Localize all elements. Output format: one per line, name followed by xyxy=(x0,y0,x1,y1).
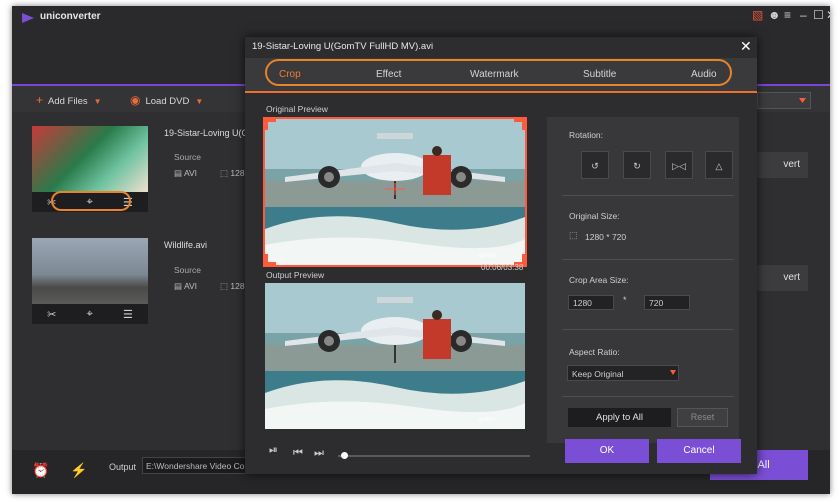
divider xyxy=(562,396,734,397)
chevron-down-icon[interactable]: ▼ xyxy=(94,97,102,106)
app-window: uniconverter ▧ ☻ ≡ – ☐ ✕ + Add Files ▼ ◉ Lo… xyxy=(12,6,830,494)
reset-button[interactable]: Reset xyxy=(677,408,728,427)
original-size-label: Original Size: xyxy=(569,211,620,221)
menu-icon[interactable]: ≡ xyxy=(784,8,791,22)
original-preview-label: Original Preview xyxy=(266,104,328,114)
timecode: 00:06/03:38 xyxy=(481,263,524,272)
app-logo-icon xyxy=(22,13,34,23)
film-icon: ▤ xyxy=(174,281,184,291)
previous-icon[interactable]: ⏮ xyxy=(293,447,303,460)
output-preview-video: gomtv xyxy=(265,283,525,429)
resize-icon: ⬚ xyxy=(220,168,231,178)
next-icon[interactable]: ⏭ xyxy=(314,447,324,460)
crop-width-field[interactable]: 1280 xyxy=(568,295,614,310)
pause-icon[interactable]: ⏯ xyxy=(269,444,278,457)
load-dvd-button[interactable]: ◉ Load DVD ▼ xyxy=(130,93,203,107)
user-icon[interactable]: ☻ xyxy=(768,8,781,22)
seek-bar[interactable] xyxy=(338,455,530,457)
resize-icon: ⬚ xyxy=(220,281,231,291)
add-files-button[interactable]: + Add Files ▼ xyxy=(36,93,102,107)
disc-icon: ◉ xyxy=(130,93,141,107)
watermark-text: gomtv xyxy=(479,253,496,259)
divider xyxy=(562,195,734,196)
tab-underline xyxy=(245,91,757,93)
apply-to-all-button[interactable]: Apply to All xyxy=(568,408,671,427)
tab-crop[interactable]: Crop xyxy=(279,69,301,80)
convert-button[interactable]: vert xyxy=(750,152,808,178)
tab-watermark[interactable]: Watermark xyxy=(470,69,519,80)
resize-icon: ⬚ xyxy=(569,230,578,240)
film-icon: ▤ xyxy=(174,168,184,178)
tab-subtitle[interactable]: Subtitle xyxy=(583,69,616,80)
output-format-select[interactable] xyxy=(757,92,811,109)
app-title: uniconverter xyxy=(40,11,101,22)
tools-highlight xyxy=(51,191,131,211)
airplane-frame-image xyxy=(265,283,525,429)
divider xyxy=(562,259,734,260)
format-value: ▤ AVI xyxy=(174,168,198,178)
resolution-value: ⬚ 128 xyxy=(220,168,245,178)
tab-effect[interactable]: Effect xyxy=(376,69,401,80)
chevron-down-icon xyxy=(670,370,676,375)
tab-audio[interactable]: Audio xyxy=(691,69,717,80)
seek-handle[interactable] xyxy=(341,452,348,459)
thumbnail-tools: ✂ ⌖ ☰ xyxy=(32,304,148,324)
aspect-ratio-select[interactable]: Keep Original xyxy=(567,365,679,381)
times-symbol: * xyxy=(623,295,627,305)
effects-icon[interactable]: ☰ xyxy=(123,308,133,321)
video-thumbnail[interactable] xyxy=(32,238,148,304)
flip-vertical-icon[interactable]: △ xyxy=(705,151,733,179)
maximize-icon[interactable]: ☐ xyxy=(813,8,824,22)
crop-handle[interactable] xyxy=(514,119,525,130)
aspect-ratio-label: Aspect Ratio: xyxy=(569,347,620,357)
close-window-icon[interactable]: ✕ xyxy=(826,8,830,22)
rotate-left-90-icon[interactable]: ↺ xyxy=(581,151,609,179)
flip-horizontal-icon[interactable]: ▷◁ xyxy=(665,151,693,179)
original-preview-video[interactable]: gomtv xyxy=(263,117,527,267)
convert-button[interactable]: vert xyxy=(750,265,808,291)
lightning-icon[interactable]: ⚡ xyxy=(70,462,87,479)
video-thumbnail[interactable] xyxy=(32,126,148,192)
ok-button[interactable]: OK xyxy=(565,439,649,463)
chevron-down-icon xyxy=(799,98,806,103)
file-name: Wildlife.avi xyxy=(164,240,208,250)
source-label: Source xyxy=(174,152,201,162)
trim-icon[interactable]: ✂ xyxy=(47,308,56,321)
output-preview-label: Output Preview xyxy=(266,270,325,280)
original-size-value: 1280 * 720 xyxy=(585,232,627,242)
crop-height-field[interactable]: 720 xyxy=(644,295,690,310)
source-label: Source xyxy=(174,265,201,275)
rotate-right-90-icon[interactable]: ↻ xyxy=(623,151,651,179)
cancel-button[interactable]: Cancel xyxy=(657,439,741,463)
airplane-frame-image xyxy=(265,119,525,265)
plus-icon: + xyxy=(36,93,44,107)
close-icon[interactable]: ✕ xyxy=(740,38,752,55)
output-label: Output xyxy=(109,462,137,472)
divider xyxy=(562,329,734,330)
resolution-value: ⬚ 128 xyxy=(220,281,245,291)
add-files-label: Add Files xyxy=(48,96,88,107)
file-name: 19-Sistar-Loving U(Go xyxy=(164,128,254,138)
rotation-label: Rotation: xyxy=(569,130,604,140)
schedule-icon[interactable]: ⏰ xyxy=(32,462,49,479)
minimize-icon[interactable]: – xyxy=(800,8,807,22)
crop-dialog: 19-Sistar-Loving U(GomTV FullHD MV).avi … xyxy=(245,37,757,474)
crop-handle[interactable] xyxy=(265,119,276,130)
tab-bar: Crop Effect Watermark Subtitle Audio xyxy=(245,58,757,91)
gift-icon[interactable]: ▧ xyxy=(752,8,763,22)
load-dvd-label: Load DVD xyxy=(145,96,190,107)
crop-area-label: Crop Area Size: xyxy=(569,275,629,285)
dialog-title: 19-Sistar-Loving U(GomTV FullHD MV).avi xyxy=(252,41,434,52)
watermark-text: gomtv xyxy=(479,417,496,423)
format-value: ▤ AVI xyxy=(174,281,198,291)
crop-handle[interactable] xyxy=(265,254,276,265)
chevron-down-icon[interactable]: ▼ xyxy=(195,97,203,106)
crop-icon[interactable]: ⌖ xyxy=(87,308,93,321)
